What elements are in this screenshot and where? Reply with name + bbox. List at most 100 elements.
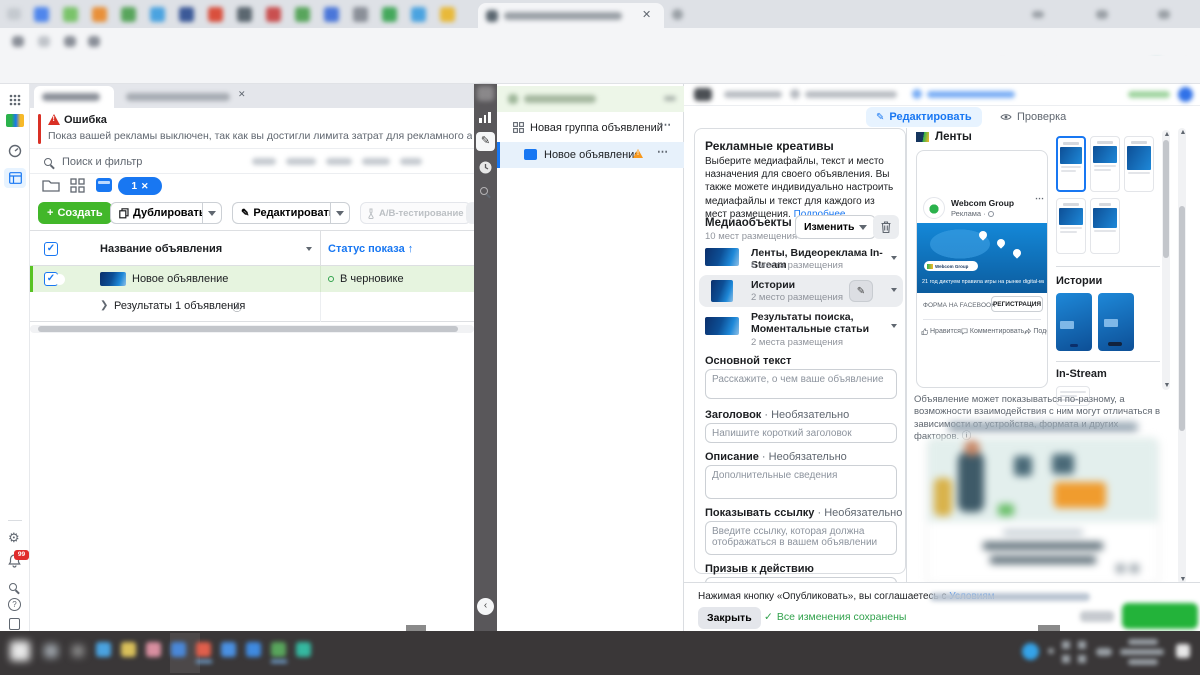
ad-menu-icon[interactable]: ⋯ (657, 145, 669, 158)
history-clock-icon[interactable] (478, 160, 493, 175)
variant-thumb[interactable] (1090, 136, 1120, 192)
rail-search-icon[interactable] (9, 583, 17, 591)
tab-favicon[interactable] (92, 7, 107, 22)
search-placeholder[interactable]: Поиск и фильтр (62, 156, 142, 168)
campaign-menu-blurred[interactable] (664, 96, 676, 101)
variant-thumb[interactable] (1090, 198, 1120, 254)
strip-blurred-icon[interactable] (477, 86, 494, 101)
edit-dropdown[interactable] (330, 202, 350, 224)
search-filter-bar[interactable]: Поиск и фильтр (30, 148, 474, 174)
campaigns-table-icon-active[interactable] (4, 168, 26, 188)
strip-search-icon[interactable] (480, 187, 488, 195)
charts-icon[interactable] (479, 112, 491, 123)
devices-icon[interactable] (9, 618, 20, 630)
ads-tab-icon[interactable] (96, 178, 112, 192)
back-button-blurred[interactable] (1080, 611, 1114, 622)
tray-chevron-blurred[interactable] (1048, 648, 1054, 654)
tab-edit-active[interactable]: ✎ Редактировать (866, 107, 982, 127)
speedometer-icon[interactable] (8, 144, 22, 158)
taskbar-app-icon[interactable] (271, 642, 286, 657)
tab-favicon[interactable] (382, 7, 397, 22)
select-all-checkbox[interactable]: ✓ (44, 242, 58, 256)
tab-favicon[interactable] (440, 7, 455, 22)
start-button-blurred[interactable] (10, 641, 30, 661)
panel-tab2-close-icon[interactable]: ✕ (238, 89, 246, 100)
scrollbar-thumb[interactable] (1179, 206, 1185, 431)
promo-icon-blurred[interactable] (1116, 564, 1125, 573)
breadcrumb-icon-blurred[interactable] (694, 88, 712, 101)
taskbar-apps[interactable] (96, 642, 311, 657)
panel-tab2-title-blurred[interactable] (126, 93, 230, 101)
taskbar-app-icon[interactable] (171, 642, 186, 657)
headline-input[interactable] (705, 423, 897, 443)
media-change-button[interactable]: Изменить (795, 215, 876, 239)
like-action[interactable]: Нравится (921, 328, 961, 335)
primary-text-input[interactable] (705, 369, 897, 399)
tray-icon-blurred[interactable] (1062, 655, 1070, 663)
webcom-logo[interactable] (6, 114, 24, 127)
browser-tabs[interactable] (34, 7, 455, 22)
tab-favicon[interactable] (121, 7, 136, 22)
taskbar-search-blurred[interactable] (44, 644, 58, 658)
chevron-down-icon[interactable] (891, 324, 897, 328)
placement-feeds[interactable]: Ленты, Видеореклама In-Stream 6 места ра… (699, 245, 903, 273)
ad-tree-row-selected[interactable]: Новое объявление ! ⋯ (497, 142, 684, 168)
breadcrumb-adset-blurred[interactable] (805, 91, 897, 98)
chevron-right-icon[interactable]: ❯ (100, 300, 108, 311)
new-tab-button[interactable] (672, 9, 683, 20)
taskbar-app-icon[interactable] (221, 642, 236, 657)
close-button[interactable]: Закрыть (698, 607, 761, 629)
hscrollbar-thumb[interactable] (38, 326, 458, 332)
adset-row[interactable]: Новая группа объявлений ⋯ (497, 116, 684, 140)
taskbar-app-icon[interactable] (96, 642, 111, 657)
variant-thumb-selected[interactable] (1056, 136, 1086, 192)
story-thumb[interactable] (1098, 293, 1134, 351)
promo-icon-blurred[interactable] (1130, 564, 1139, 573)
window-maximize[interactable] (1096, 10, 1108, 19)
reload-icon[interactable] (64, 36, 76, 47)
breadcrumb-ad-blurred[interactable] (927, 91, 1015, 98)
tab-favicon[interactable] (295, 7, 310, 22)
tab-favicon[interactable] (266, 7, 281, 22)
pill-close-icon[interactable]: ✕ (141, 181, 149, 192)
tab-close-icon[interactable]: ✕ (642, 8, 651, 21)
publish-button-blurred[interactable] (1122, 603, 1198, 629)
help-circle-blurred[interactable] (1178, 87, 1193, 102)
post-cta-button[interactable]: РЕГИСТРАЦИЯ (991, 296, 1043, 312)
ad-row[interactable]: ✓ Новое объявление В черновике (30, 266, 474, 292)
tab-favicon[interactable] (324, 7, 339, 22)
tray-icon-blurred[interactable] (1078, 655, 1086, 663)
help-icon[interactable]: ? (8, 598, 21, 611)
apps-grid-icon[interactable] (9, 94, 21, 106)
media-delete-button[interactable] (873, 215, 899, 239)
table-hscrollbar[interactable] (30, 325, 474, 333)
promo-button-blurred[interactable] (1054, 482, 1106, 508)
tab-favicon[interactable] (179, 7, 194, 22)
tab-favicon[interactable] (411, 7, 426, 22)
duplicate-dropdown[interactable] (202, 202, 222, 224)
settings-gear-icon[interactable]: ⚙ (8, 530, 20, 546)
variant-thumb[interactable] (1056, 198, 1086, 254)
tray-icon-blurred[interactable] (1078, 641, 1086, 649)
info-icon[interactable]: ⓘ (232, 299, 242, 314)
story-thumb[interactable] (1056, 293, 1092, 351)
back-icon[interactable] (12, 36, 24, 47)
scrollbar-thumb[interactable] (1163, 140, 1169, 258)
notification-center-blurred[interactable] (1176, 644, 1190, 658)
panel-scrollbar[interactable]: ▲ ▼ (1178, 128, 1186, 584)
placement-edit-pencil-button[interactable]: ✎ (849, 280, 873, 302)
col-name-header[interactable]: Название объявления (100, 243, 222, 255)
variant-thumb[interactable] (1124, 136, 1154, 192)
tab-review[interactable]: Проверка (1000, 107, 1066, 127)
col-status-header[interactable]: Статус показа ↑ (328, 243, 413, 255)
ad-tree-name[interactable]: Новое объявление (544, 149, 640, 161)
taskbar-app-icon[interactable] (121, 642, 136, 657)
window-close[interactable] (1158, 10, 1170, 19)
display-link-input[interactable] (705, 521, 897, 555)
chevron-down-icon[interactable] (891, 256, 897, 260)
create-button[interactable]: + Создать (38, 202, 112, 224)
breadcrumb-campaign-blurred[interactable] (724, 91, 782, 98)
adset-name[interactable]: Новая группа объявлений (530, 122, 663, 134)
active-tab[interactable]: ✕ (478, 3, 664, 28)
comment-action[interactable]: Комментировать (961, 328, 1024, 335)
